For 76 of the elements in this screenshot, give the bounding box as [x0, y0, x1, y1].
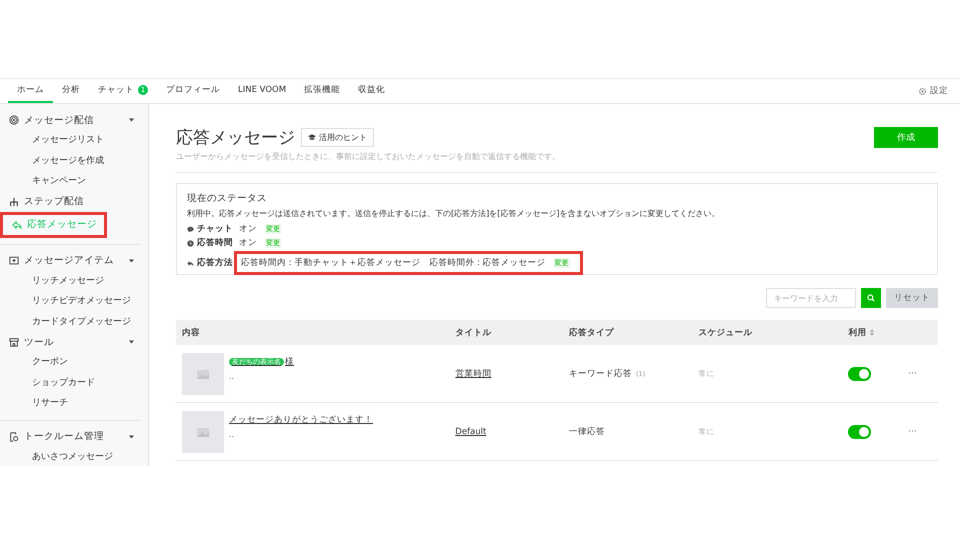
message-subtext: ..	[229, 372, 236, 381]
column-header: スケジュール	[698, 326, 754, 338]
sidebar-subitem[interactable]: メッセージリスト	[0, 130, 140, 150]
sidebar-subitem[interactable]: リサーチ	[0, 393, 140, 414]
sidebar-subitem[interactable]: キャンペーン	[0, 171, 140, 192]
sidebar-item[interactable]: メッセージ配信	[0, 110, 140, 130]
sidebar-label: トークルーム管理	[24, 430, 105, 443]
page-title: 応答メッセージ	[176, 127, 295, 149]
nav-tab[interactable]: 収益化	[349, 79, 394, 103]
nav-tab[interactable]: プロフィール	[157, 79, 229, 103]
hierarchy-icon	[9, 196, 19, 206]
nav-tab[interactable]: 分析	[53, 79, 89, 103]
hint-button[interactable]: 活用のヒント	[301, 128, 374, 147]
more-options[interactable]: ···	[908, 368, 917, 378]
message-subtext: ..	[229, 430, 236, 439]
page-description: ユーザーからメッセージを受信したときに、事前に設定しておいたメッセージを自動で返信する機能です。	[176, 151, 938, 173]
nav-tab[interactable]: LINE VOOM	[229, 79, 296, 103]
status-heading: 現在のステータス	[187, 192, 268, 205]
reset-button[interactable]: リセット	[886, 288, 938, 308]
title-link[interactable]: 営業時間	[455, 368, 492, 380]
broadcast-icon	[9, 115, 19, 125]
status-label: 応答方法	[197, 257, 233, 269]
caret-icon	[129, 434, 134, 438]
message-box-icon	[9, 256, 19, 266]
sidebar-subitem[interactable]: ショップカード	[0, 372, 140, 393]
settings-link[interactable]: 設定	[918, 79, 948, 103]
sidebar-subitem[interactable]: クーポン	[0, 352, 140, 372]
sort-icon	[870, 329, 874, 336]
message-text[interactable]: メッセージありがとうございます！	[229, 414, 373, 426]
sidebar-subitem[interactable]: リッチメッセージ	[0, 270, 140, 291]
sidebar-label: ステップ配信	[24, 195, 85, 208]
title-link[interactable]: Default	[455, 426, 486, 436]
keyword-search-field[interactable]: キーワードを入力	[766, 288, 856, 308]
sidebar-label: メッセージ配信	[24, 114, 95, 126]
graduation-cap-icon	[308, 134, 316, 141]
caret-icon	[129, 340, 134, 344]
status-value: 応答時間内 : 手動チャット＋応答メッセージ 応答時間外 : 応答メッセージ	[241, 257, 546, 269]
sidebar-subitem[interactable]: リッチビデオメッセージ	[0, 291, 140, 312]
search-button[interactable]	[861, 288, 881, 308]
column-header: 応答タイプ	[568, 326, 615, 338]
column-header: 内容	[181, 326, 201, 338]
image-placeholder-icon	[182, 352, 224, 394]
reply-icon	[187, 260, 194, 266]
toggle-switch[interactable]	[848, 366, 872, 380]
column-header: 利用	[848, 326, 908, 338]
chat-bubble-icon	[187, 226, 194, 232]
settings-icon	[918, 86, 927, 96]
response-type: 一律応答	[568, 426, 605, 438]
more-options[interactable]: ···	[908, 426, 917, 436]
sidebar-item[interactable]: トークルーム管理	[0, 426, 140, 446]
reply-icon	[12, 220, 22, 230]
sidebar-item[interactable]: メッセージアイテム	[0, 250, 140, 270]
status-value: オン	[239, 223, 257, 235]
sidebar-label: ツール	[24, 336, 55, 348]
status-label: チャット	[197, 223, 233, 235]
status-value: オン	[239, 237, 257, 249]
sidebar-item[interactable]: ツール	[0, 332, 140, 352]
nav-tab[interactable]: 拡張機能	[295, 79, 350, 103]
document-icon	[9, 432, 19, 442]
sidebar-item[interactable]: ステップ配信	[0, 192, 140, 212]
search-icon	[867, 294, 875, 302]
caret-icon	[129, 118, 134, 122]
sidebar-subitem[interactable]: メッセージを作成	[0, 150, 140, 171]
toggle-switch[interactable]	[848, 424, 872, 438]
sidebar-label: メッセージアイテム	[24, 254, 115, 267]
clock-icon	[187, 240, 194, 246]
column-header: タイトル	[455, 326, 492, 338]
caret-icon	[129, 258, 134, 262]
response-type: キーワード応答	[568, 368, 632, 380]
sidebar-subitem[interactable]: あいさつメッセージ	[0, 446, 140, 466]
sidebar-subitem[interactable]: カードタイプメッセージ	[0, 312, 140, 332]
image-placeholder-icon	[182, 410, 224, 452]
shop-icon	[9, 337, 19, 347]
status-message: 利用中。応答メッセージは送信されています。送信を停止するには、下の[応答方法]を[応答メッセージ]を含まないオプションに変更してください。	[187, 208, 720, 219]
sidebar-label: 応答メッセージ	[27, 218, 97, 231]
status-label: 応答時間	[197, 237, 233, 249]
